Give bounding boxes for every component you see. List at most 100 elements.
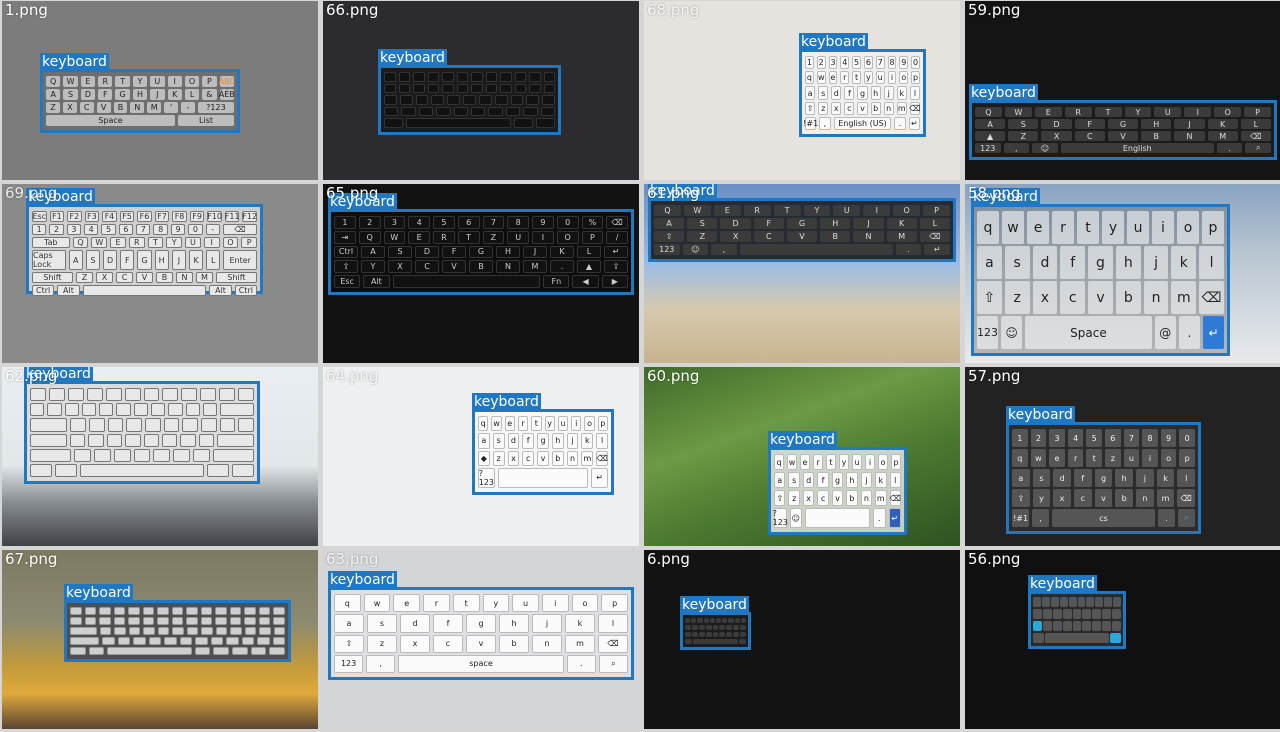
- keyboard-key: F6: [137, 211, 152, 222]
- result-tile-62[interactable]: 62.png keyboard: [2, 367, 318, 546]
- keyboard-key: [70, 647, 86, 655]
- keyboard-key: T: [773, 205, 801, 216]
- keyboard-key: 7: [875, 56, 885, 70]
- result-tile-1[interactable]: 1.png keyboard Q W E R T Y U I O P ABC A S D F G H J K L & À…: [2, 1, 318, 180]
- keyboard-bounding-box: keyboard: [680, 596, 751, 650]
- keyboard-key: ?123: [197, 102, 234, 113]
- keyboard-key: a: [805, 86, 816, 100]
- keyboard-key: [201, 418, 217, 432]
- keyboard-key: r: [1067, 449, 1084, 467]
- keyboard-key: j: [860, 472, 873, 488]
- keyboard-key: ⌫: [889, 490, 901, 506]
- keyboard-row: [384, 72, 555, 82]
- keyboard-key: P: [581, 230, 604, 244]
- keyboard-key: [398, 83, 410, 94]
- keyboard-key: I: [532, 230, 554, 244]
- keyboard-key: o: [899, 71, 909, 85]
- keyboard-key: [219, 418, 236, 432]
- keyboard-key: [693, 639, 738, 644]
- result-tile-59[interactable]: 59.png keyboard QWERTYUIOP ASDFGHJKL ▲ Z X…: [965, 1, 1280, 180]
- keyboard-illustration: qwertyuiop asdfghjkl ⇧ z x c v b n m ⌫ 123, space…: [331, 590, 631, 677]
- keyboard-key: 123: [977, 316, 999, 349]
- keyboard-key: [691, 625, 698, 630]
- keyboard-bounding-box: keyboard Q W E R T Y U I O P ABC A S D F G H J K L & ÀÉB ZXC…: [40, 53, 240, 133]
- keyboard-bounding-box: keyboard QWERTYUIOP ASDFGHJKL ▲ Z X C V B N M ⌫ …: [969, 84, 1277, 160]
- keyboard-key: 5: [433, 216, 455, 229]
- keyboard-key: [535, 118, 555, 128]
- keyboard-key: [29, 418, 68, 432]
- keyboard-key: F11: [224, 211, 240, 222]
- keyboard-key: b: [499, 634, 529, 653]
- keyboard-key: y: [544, 416, 555, 432]
- keyboard-key: [88, 433, 104, 447]
- tile-filename: 66.png: [326, 1, 379, 19]
- keyboard-key: E: [408, 230, 430, 244]
- keyboard-key: [29, 388, 46, 402]
- keyboard-key: [157, 627, 170, 635]
- keyboard-key: v: [1088, 281, 1113, 314]
- result-tile-68[interactable]: 68.png keyboard 1234567890 qwertyuiop as…: [644, 1, 960, 180]
- keyboard-key: g: [857, 86, 868, 100]
- keyboard-key: [691, 632, 698, 637]
- keyboard-key: U: [185, 237, 201, 248]
- tile-filename: 68.png: [647, 1, 700, 19]
- result-tile-64[interactable]: 64.png keyboard qwertyuiop asdfghjkl ◆ z x…: [323, 367, 639, 546]
- result-tile-63[interactable]: 63.png keyboard qwertyuiop asdfghjkl ⇧ z x…: [323, 550, 639, 729]
- result-tile-61[interactable]: 61.png keyboard QWERTYUIOP ASDFGHJKL ⇧ Z X…: [644, 184, 960, 363]
- keyboard-key: F4: [102, 211, 117, 222]
- keyboard-key: [709, 618, 715, 623]
- keyboard-row: 123, space. ⌕: [334, 654, 629, 673]
- keyboard-key: F9: [189, 211, 205, 222]
- keyboard-key: [143, 627, 155, 635]
- keyboard-key: [427, 72, 439, 82]
- result-tile-6[interactable]: 6.png keyboard: [644, 550, 960, 729]
- keyboard-key: g: [466, 614, 496, 633]
- keyboard-key: 9: [532, 216, 554, 229]
- keyboard-key: Alt: [363, 275, 390, 288]
- result-tile-67[interactable]: 67.png keyboard: [2, 550, 318, 729]
- keyboard-key: n: [566, 450, 579, 466]
- keyboard-key: k: [581, 433, 594, 449]
- keyboard-key: B: [469, 260, 493, 274]
- keyboard-row: 1234567890: [1012, 429, 1195, 447]
- keyboard-key: e: [393, 594, 421, 613]
- keyboard-row: ?123 ↵: [478, 467, 608, 488]
- keyboard-key: R: [98, 76, 113, 87]
- keyboard-key: Tab: [31, 237, 70, 248]
- keyboard-key: [1104, 597, 1113, 607]
- keyboard-key: ↵: [888, 508, 901, 528]
- keyboard-key: X: [1041, 131, 1072, 141]
- keyboard-key: V: [136, 272, 153, 283]
- keyboard-key: .: [566, 654, 596, 673]
- result-tile-58[interactable]: 58.png k e y b o a rd qwertyuiop asdfghjkl ⇧ z x…: [965, 184, 1280, 363]
- keyboard-key: [182, 418, 199, 432]
- result-tile-56[interactable]: 56.png keyboard: [965, 550, 1280, 729]
- tile-filename: 59.png: [968, 1, 1021, 19]
- keyboard-key: [99, 607, 111, 615]
- keyboard-key: [238, 418, 255, 432]
- keyboard-key: e: [1049, 449, 1065, 467]
- keyboard-key: V: [1107, 131, 1139, 141]
- keyboard-bounding-box: keyboard: [64, 584, 291, 662]
- keyboard-key: [241, 637, 255, 645]
- keyboard-key: A: [361, 245, 385, 259]
- keyboard-key: a: [774, 472, 786, 488]
- keyboard-key: [543, 83, 555, 94]
- keyboard-key: ⇧: [604, 260, 628, 274]
- keyboard-key: U: [1154, 107, 1182, 117]
- keyboard-key: [712, 625, 719, 630]
- keyboard-key: [406, 118, 511, 128]
- keyboard-key: Alt: [57, 285, 80, 296]
- result-tile-60[interactable]: 60.png keyboard qwertyuiop asdfghjkl ⇧ z x…: [644, 367, 960, 546]
- result-tile-65[interactable]: 65.png keyboard 1 2 3 4 5 6 7 8 9 0% ⌫ ⇥ Q W E R T Z U I O P…: [323, 184, 639, 363]
- keyboard-key: F7: [154, 211, 170, 222]
- result-tile-57[interactable]: 57.png keyboard 1234567890 qwertzuiop as…: [965, 367, 1280, 546]
- keyboard-key: u: [1123, 449, 1140, 467]
- keyboard-key: c: [1074, 489, 1092, 507]
- result-tile-69[interactable]: 69.png keyboard Esc F1 F2 F3 F4 F5 F6 F7 F8 F9 F10…: [2, 184, 318, 363]
- result-tile-66[interactable]: 66.png keyboard: [323, 1, 639, 180]
- keyboard-key: Esc: [32, 211, 47, 222]
- keyboard-key: [106, 433, 123, 447]
- keyboard-row: A S D F G H J K L & ÀÉB: [46, 89, 235, 100]
- keyboard-key: [733, 632, 740, 637]
